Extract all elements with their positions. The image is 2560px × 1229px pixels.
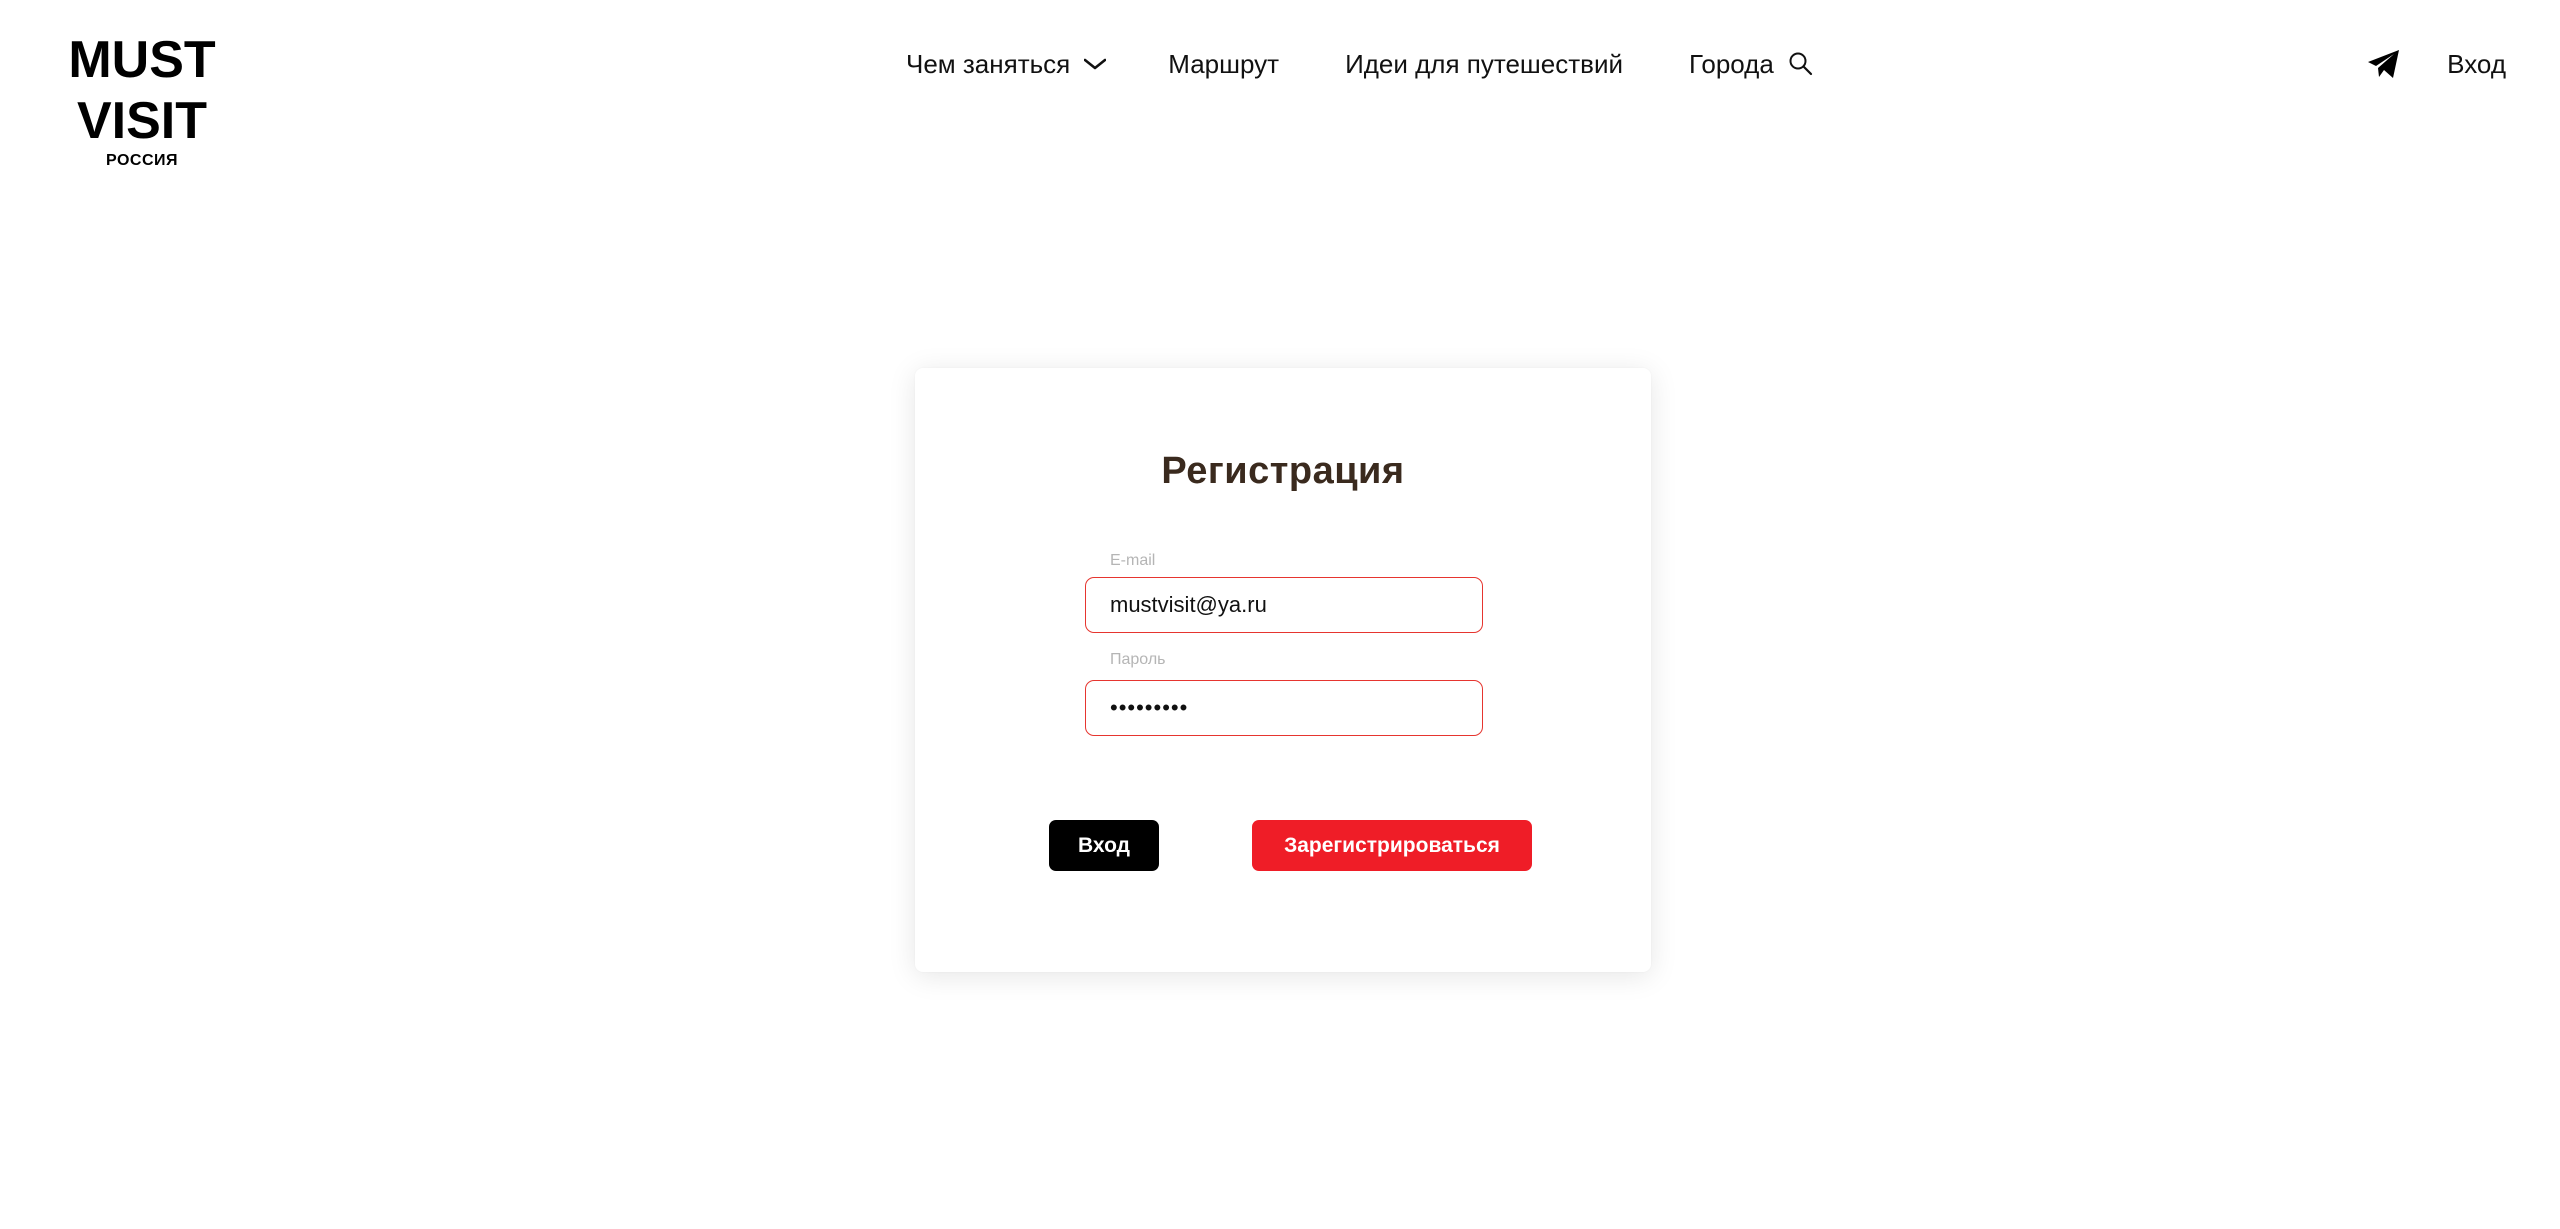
logo-line-visit: VISIT [76, 92, 208, 150]
header-actions: Вход [2367, 44, 2506, 84]
nav-item-label: Города [1689, 48, 1774, 79]
nav-item-label: Маршрут [1168, 48, 1280, 79]
registration-title: Регистрация [1161, 450, 1405, 492]
nav-item-label: Идеи для путешествий [1345, 48, 1624, 79]
main-nav: Чем заняться Маршрут Идеи для путешестви… [906, 44, 1814, 84]
nav-item-route[interactable]: Маршрут [1168, 49, 1279, 80]
password-field[interactable]: ••••••••• [1085, 680, 1483, 736]
chevron-down-icon [1084, 58, 1107, 70]
logo-line-must: MUST [68, 31, 216, 89]
header-login-link[interactable]: Вход [2447, 49, 2506, 80]
email-field[interactable]: mustvisit@ya.ru [1085, 577, 1483, 633]
search-icon[interactable] [1788, 51, 1814, 77]
nav-item-label: Чем заняться [906, 48, 1071, 79]
email-label: E-mail [1110, 552, 1156, 569]
registration-card: Регистрация E-mail mustvisit@ya.ru Парол… [915, 368, 1651, 972]
login-button[interactable]: Вход [1049, 820, 1159, 871]
register-button[interactable]: Зарегистрироваться [1252, 820, 1532, 871]
logo-subtitle: РОССИЯ [105, 152, 178, 169]
nav-item-things-to-do[interactable]: Чем заняться [906, 48, 1107, 80]
site-header: MUST VISIT РОССИЯ Чем заняться Маршрут И… [0, 0, 2560, 180]
nav-item-cities[interactable]: Города [1689, 49, 1814, 80]
nav-item-travel-ideas[interactable]: Идеи для путешествий [1345, 49, 1623, 80]
telegram-icon[interactable] [2367, 47, 2401, 81]
password-label: Пароль [1110, 651, 1166, 668]
site-logo[interactable]: MUST VISIT РОССИЯ [66, 30, 218, 170]
